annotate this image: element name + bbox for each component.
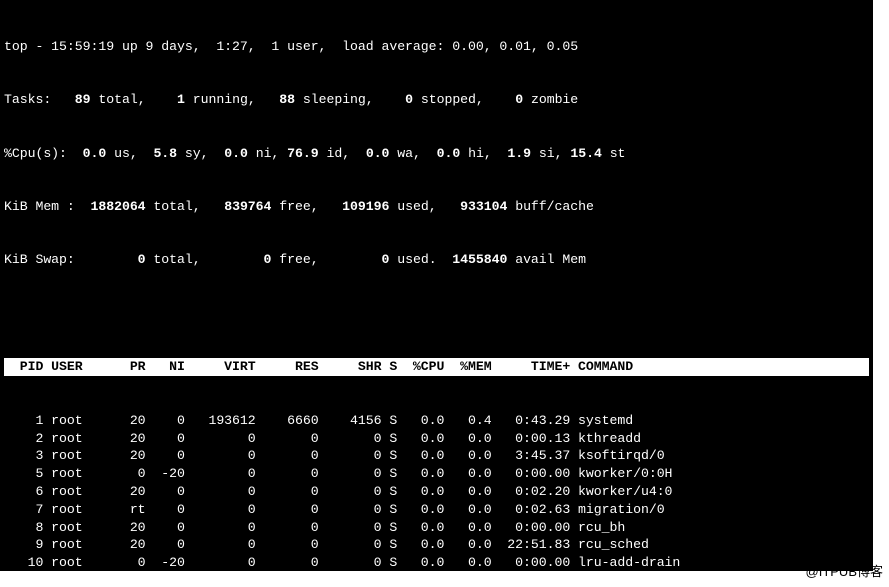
process-table-body: 1 root 20 0 193612 6660 4156 S 0.0 0.4 0… xyxy=(4,412,869,571)
process-row[interactable]: 7 root rt 0 0 0 0 S 0.0 0.0 0:02.63 migr… xyxy=(4,501,869,519)
summary-line-tasks: Tasks: 89 total, 1 running, 88 sleeping,… xyxy=(4,91,869,109)
process-row[interactable]: 10 root 0 -20 0 0 0 S 0.0 0.0 0:00.00 lr… xyxy=(4,554,869,571)
summary-line-top: top - 15:59:19 up 9 days, 1:27, 1 user, … xyxy=(4,38,869,56)
process-row[interactable]: 2 root 20 0 0 0 0 S 0.0 0.0 0:00.13 kthr… xyxy=(4,430,869,448)
process-row[interactable]: 8 root 20 0 0 0 0 S 0.0 0.0 0:00.00 rcu_… xyxy=(4,519,869,537)
summary-line-cpu: %Cpu(s): 0.0 us, 5.8 sy, 0.0 ni, 76.9 id… xyxy=(4,145,869,163)
process-row[interactable]: 3 root 20 0 0 0 0 S 0.0 0.0 3:45.37 ksof… xyxy=(4,447,869,465)
watermark-label: @ITPUB博客 xyxy=(806,563,883,581)
summary-blank xyxy=(4,305,869,323)
summary-line-swap: KiB Swap: 0 total, 0 free, 0 used. 14558… xyxy=(4,251,869,269)
process-table-header[interactable]: PID USER PR NI VIRT RES SHR S %CPU %MEM … xyxy=(4,358,869,376)
process-row[interactable]: 9 root 20 0 0 0 0 S 0.0 0.0 22:51.83 rcu… xyxy=(4,536,869,554)
summary-line-mem: KiB Mem : 1882064 total, 839764 free, 10… xyxy=(4,198,869,216)
process-row[interactable]: 6 root 20 0 0 0 0 S 0.0 0.0 0:02.20 kwor… xyxy=(4,483,869,501)
terminal-window[interactable]: top - 15:59:19 up 9 days, 1:27, 1 user, … xyxy=(0,0,873,571)
process-row[interactable]: 5 root 0 -20 0 0 0 S 0.0 0.0 0:00.00 kwo… xyxy=(4,465,869,483)
process-row[interactable]: 1 root 20 0 193612 6660 4156 S 0.0 0.4 0… xyxy=(4,412,869,430)
